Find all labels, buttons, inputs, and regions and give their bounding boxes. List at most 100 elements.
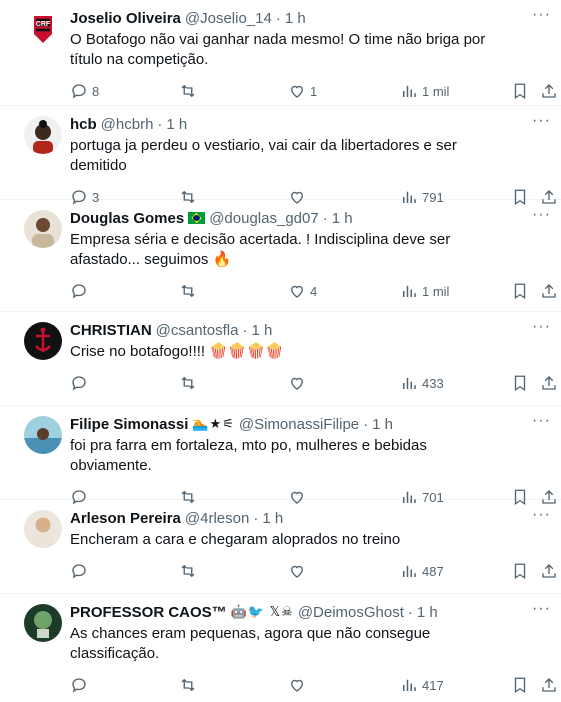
avatar[interactable]: CRF — [24, 10, 62, 48]
like-button[interactable] — [288, 562, 310, 580]
author-name[interactable]: PROFESSOR CAOS™ — [70, 604, 227, 621]
retweet-icon — [181, 376, 195, 390]
tweet[interactable]: CRF Joselio Oliveira @Joselio_14 · 1 h ·… — [0, 0, 561, 106]
timestamp[interactable]: 1 h — [166, 116, 187, 133]
reply-button[interactable] — [70, 676, 92, 694]
views-button[interactable]: 433 — [400, 374, 444, 392]
like-button[interactable]: 1 — [288, 82, 317, 100]
separator-dot: · — [157, 115, 163, 133]
like-button[interactable] — [288, 676, 310, 694]
tweet[interactable]: Douglas Gomes @douglas_gd07 · 1 h ··· Em… — [0, 200, 561, 312]
retweet-button[interactable] — [179, 282, 201, 300]
reply-count: 8 — [92, 83, 100, 99]
more-icon[interactable]: ··· — [532, 319, 551, 335]
action-bar: 4 1 mil — [70, 274, 556, 308]
author-name[interactable]: hcb — [70, 116, 97, 133]
reply-button[interactable]: 8 — [70, 82, 99, 100]
bookmark-button[interactable] — [511, 562, 529, 580]
retweet-button[interactable] — [179, 676, 201, 694]
avatar[interactable] — [24, 510, 62, 548]
author-name[interactable]: CHRISTIAN — [70, 322, 152, 339]
retweet-icon — [181, 678, 195, 692]
share-button[interactable] — [540, 374, 558, 392]
views-icon — [403, 377, 416, 389]
avatar[interactable] — [24, 604, 62, 642]
timestamp[interactable]: 1 h — [332, 210, 353, 227]
tweet[interactable]: PROFESSOR CAOS™ 🤖🐦 𝕏☠ @DeimosGhost · 1 h… — [0, 594, 561, 694]
author-name[interactable]: Joselio Oliveira — [70, 10, 181, 27]
avatar[interactable] — [24, 416, 62, 454]
avatar[interactable] — [24, 116, 62, 154]
tweet[interactable]: hcb @hcbrh · 1 h ··· portuga ja perdeu o… — [0, 106, 561, 206]
more-icon[interactable]: ··· — [532, 601, 551, 617]
views-count: 433 — [422, 375, 444, 391]
author-handle[interactable]: @SimonassiFilipe — [239, 416, 359, 433]
share-button[interactable] — [540, 562, 558, 580]
reply-button[interactable] — [70, 282, 92, 300]
share-button[interactable] — [540, 676, 558, 694]
tweet-text: O Botafogo não vai ganhar nada mesmo! O … — [70, 31, 486, 68]
author-handle[interactable]: @hcbrh — [101, 116, 154, 133]
views-button[interactable]: 487 — [400, 562, 444, 580]
timestamp[interactable]: 1 h — [262, 510, 283, 527]
author-handle[interactable]: @DeimosGhost — [298, 604, 404, 621]
author-name[interactable]: Arleson Pereira — [70, 510, 181, 527]
share-button[interactable] — [540, 282, 558, 300]
separator-dot: · — [253, 509, 259, 527]
tweet[interactable]: Filipe Simonassi 🏊★⚟ @SimonassiFilipe · … — [0, 406, 561, 506]
views-count: 417 — [422, 677, 444, 693]
more-icon[interactable]: ··· — [532, 113, 551, 129]
views-button[interactable]: 1 mil — [400, 82, 449, 100]
more-icon[interactable]: ··· — [532, 7, 551, 23]
reply-button[interactable] — [70, 374, 92, 392]
author-handle[interactable]: @Joselio_14 — [185, 10, 272, 27]
reply-feed: CRF Joselio Oliveira @Joselio_14 · 1 h ·… — [0, 0, 561, 694]
like-button[interactable] — [288, 374, 310, 392]
bookmark-button[interactable] — [511, 282, 529, 300]
views-icon — [403, 85, 416, 97]
bookmark-icon — [514, 677, 526, 694]
author-handle[interactable]: @douglas_gd07 — [209, 210, 318, 227]
views-icon — [403, 285, 416, 297]
share-icon — [542, 284, 556, 298]
tweet[interactable]: Arleson Pereira @4rleson · 1 h ··· Enche… — [0, 500, 561, 594]
retweet-icon — [181, 284, 195, 298]
bookmark-button[interactable] — [511, 82, 529, 100]
author-handle[interactable]: @csantosfla — [156, 322, 239, 339]
views-count: 1 mil — [422, 283, 450, 299]
timestamp[interactable]: 1 h — [285, 10, 306, 27]
share-icon — [542, 376, 556, 390]
more-icon[interactable]: ··· — [532, 413, 551, 429]
share-button[interactable] — [540, 82, 558, 100]
views-button[interactable]: 417 — [400, 676, 444, 694]
heart-icon — [291, 285, 303, 298]
views-button[interactable]: 1 mil — [400, 282, 449, 300]
author-name[interactable]: Douglas Gomes — [70, 210, 184, 227]
bookmark-icon — [514, 375, 526, 392]
reply-button[interactable] — [70, 562, 92, 580]
like-button[interactable]: 4 — [288, 282, 317, 300]
name-emoji: 🤖🐦 𝕏☠ — [230, 604, 294, 619]
bookmark-button[interactable] — [511, 676, 529, 694]
more-icon[interactable]: ··· — [532, 507, 551, 523]
avatar[interactable] — [24, 210, 62, 248]
tweet-text: As chances eram pequenas, agora que não … — [70, 625, 431, 662]
bookmark-button[interactable] — [511, 374, 529, 392]
tweet[interactable]: CHRISTIAN @csantosfla · 1 h ··· Crise no… — [0, 312, 561, 406]
timestamp[interactable]: 1 h — [251, 322, 272, 339]
timestamp[interactable]: 1 h — [417, 604, 438, 621]
more-icon[interactable]: ··· — [532, 207, 551, 223]
author-name[interactable]: Filipe Simonassi — [70, 416, 188, 433]
retweet-button[interactable] — [179, 82, 201, 100]
retweet-button[interactable] — [179, 374, 201, 392]
brazil-flag-icon — [188, 212, 206, 224]
bookmark-icon — [514, 563, 526, 580]
author-handle[interactable]: @4rleson — [185, 510, 249, 527]
heart-icon — [291, 377, 303, 390]
retweet-button[interactable] — [179, 562, 201, 580]
like-count: 1 — [310, 83, 318, 99]
tweet-text: Empresa séria e decisão acertada. ! Indi… — [70, 231, 451, 268]
timestamp[interactable]: 1 h — [372, 416, 393, 433]
reply-icon — [72, 84, 86, 99]
avatar[interactable] — [24, 322, 62, 360]
